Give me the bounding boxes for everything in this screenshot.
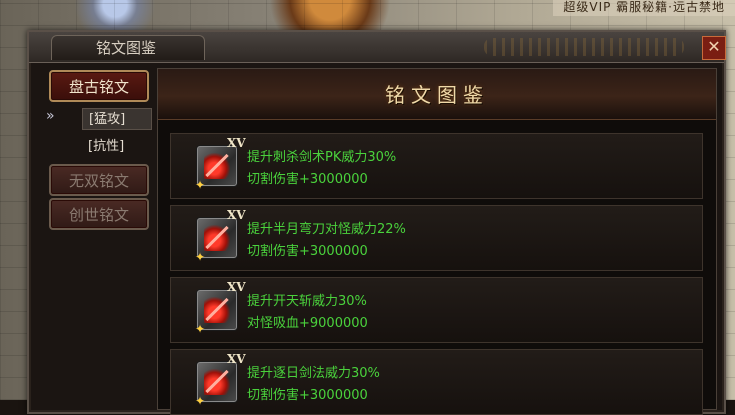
sparkle-icon: ✦	[195, 394, 206, 408]
inscription-row[interactable]: ✦ XV 提升刺杀剑术PK威力30% 切割伤害+3000000	[170, 133, 703, 199]
inscription-row[interactable]: ✦ XV 提升开天斩威力30% 对怪吸血+9000000	[170, 277, 703, 343]
sub-item-resistance[interactable]: [抗性]	[88, 136, 168, 158]
level-badge: XV	[227, 352, 246, 366]
title-bar: 铭文图鉴 ✕	[29, 32, 726, 63]
close-button[interactable]: ✕	[702, 36, 726, 60]
effect-text: 提升半月弯刀对怪威力22%	[247, 222, 406, 237]
sub-item-assault[interactable]: [猛攻]	[82, 108, 152, 130]
tab-pangu-inscription[interactable]: 盘古铭文	[49, 70, 149, 102]
bonus-text: 切割伤害+3000000	[247, 244, 368, 259]
bonus-text: 对怪吸血+9000000	[247, 316, 368, 331]
effect-text: 提升逐日剑法威力30%	[247, 366, 380, 381]
dragon-ornament	[484, 38, 684, 56]
window-title: 铭文图鉴	[51, 35, 206, 60]
level-badge: XV	[227, 136, 246, 150]
chevron-right-icon: »	[46, 108, 54, 124]
codex-content-panel: 铭文图鉴 ✦ XV 提升刺杀剑术PK威力30% 切割伤害+3000000 ✦ X…	[157, 68, 717, 415]
level-badge: XV	[227, 208, 246, 222]
level-badge: XV	[227, 280, 246, 294]
effect-text: 提升开天斩威力30%	[247, 294, 367, 309]
tab-chuangshi-inscription[interactable]: 创世铭文	[49, 198, 149, 230]
tab-wushuang-inscription[interactable]: 无双铭文	[49, 164, 149, 196]
sparkle-icon: ✦	[195, 322, 206, 336]
sparkle-icon: ✦	[195, 250, 206, 264]
header-strip: 铭文图鉴	[158, 69, 716, 120]
panel-title: 铭文图鉴	[385, 83, 489, 107]
bonus-text: 切割伤害+3000000	[247, 388, 368, 403]
effect-text: 提升刺杀剑术PK威力30%	[247, 150, 397, 165]
inscription-row[interactable]: ✦ XV 提升逐日剑法威力30% 切割伤害+3000000	[170, 349, 703, 415]
sparkle-icon: ✦	[195, 178, 206, 192]
inscription-row[interactable]: ✦ XV 提升半月弯刀对怪威力22% 切割伤害+3000000	[170, 205, 703, 271]
top-banner: 超级VIP 霸服秘籍·远古禁地	[553, 0, 735, 16]
bonus-text: 切割伤害+3000000	[247, 172, 368, 187]
inscription-codex-window: 铭文图鉴 ✕ 盘古铭文 » [猛攻] [抗性] 无双铭文 创世铭文 铭文图鉴 ✦…	[27, 30, 726, 415]
